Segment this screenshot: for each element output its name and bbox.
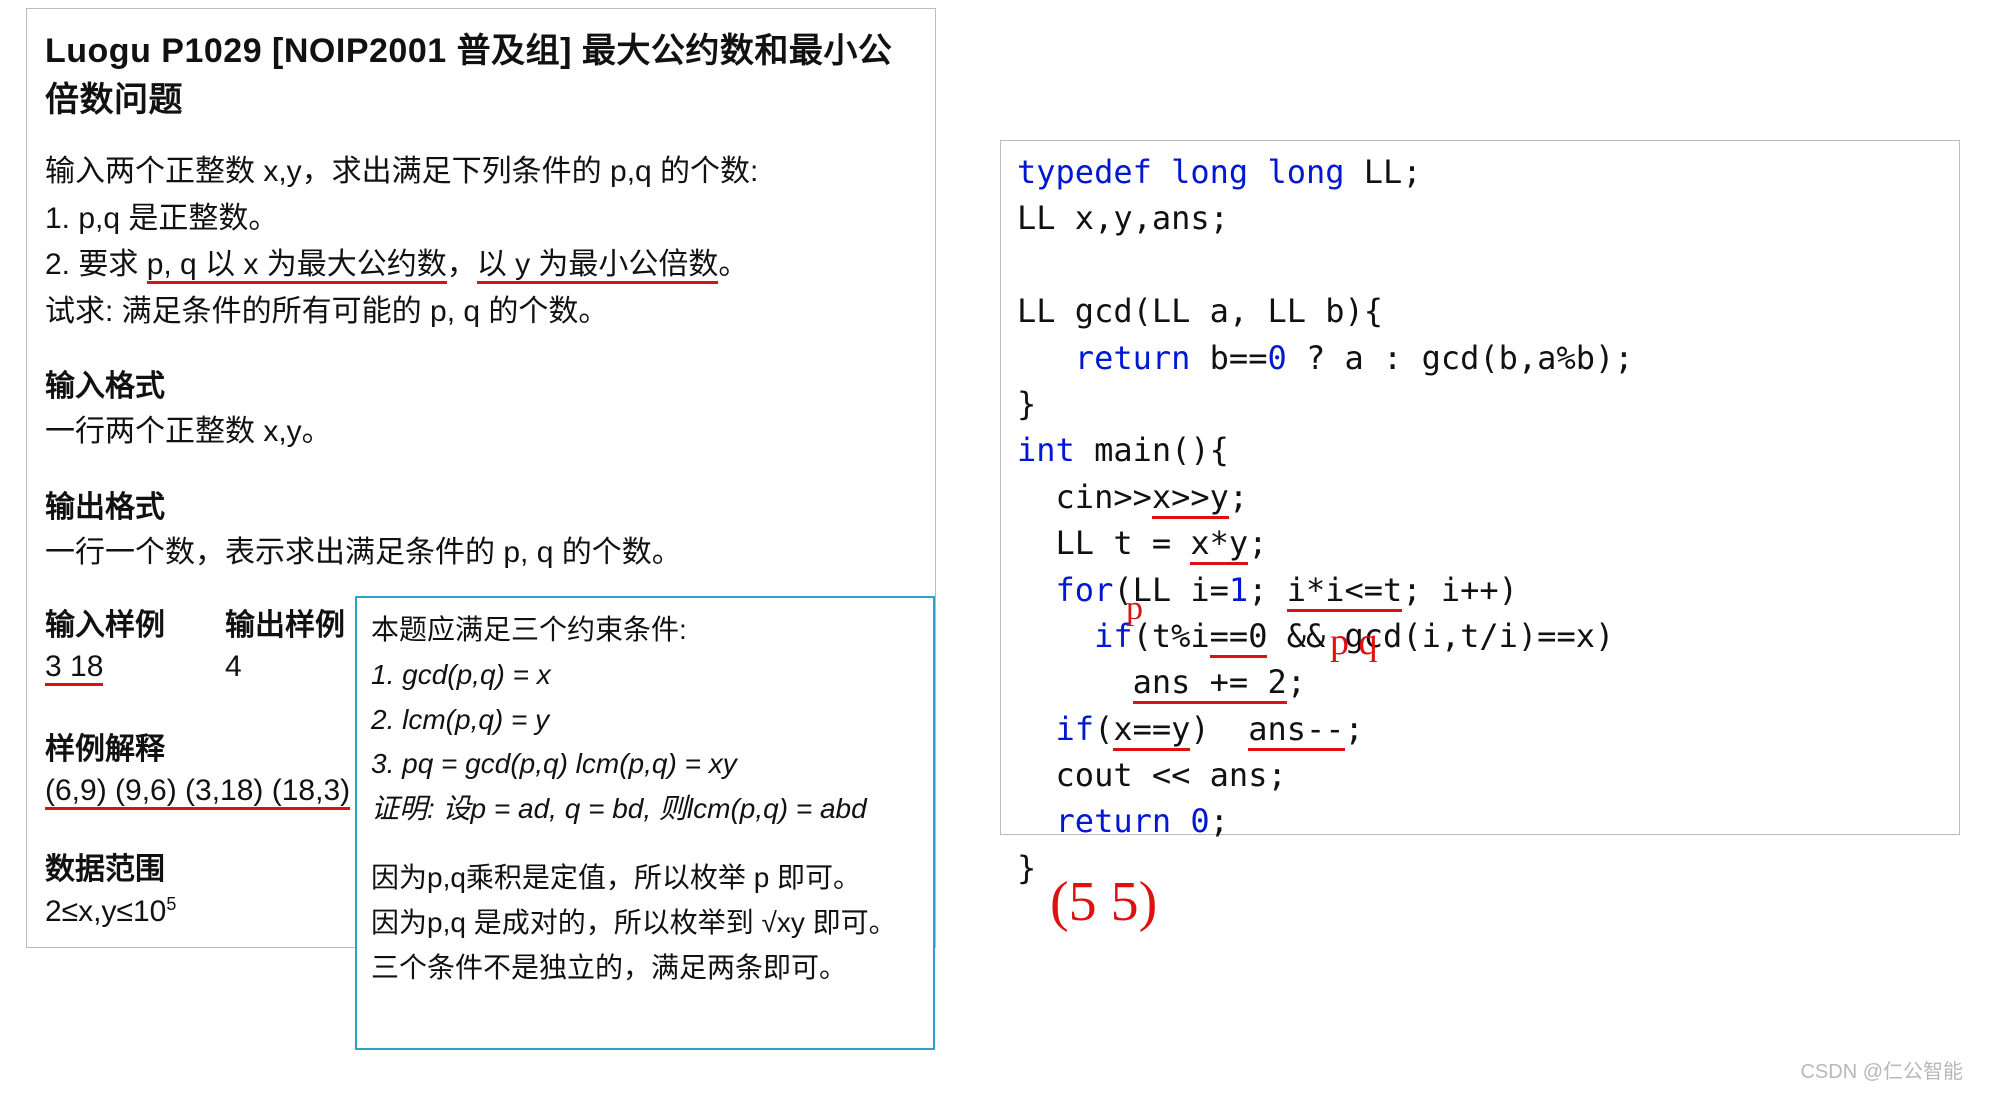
ask: 试求: 满足条件的所有可能的 p, q 的个数。 (45, 289, 917, 336)
analysis-l7: 因为p,q 是成对的，所以枚举到 √xy 即可。 (371, 901, 919, 946)
analysis-l4: 3. pq = gcd(p,q) lcm(p,q) = xy (371, 742, 919, 787)
analysis-l8: 三个条件不是独立的，满足两条即可。 (371, 946, 919, 991)
sample-out: 输出样例 4 (225, 600, 345, 684)
input-body: 一行两个正整数 x,y。 (45, 409, 917, 456)
cond-1: 1. p,q 是正整数。 (45, 196, 917, 243)
analysis-panel: 本题应满足三个约束条件: 1. gcd(p,q) = x 2. lcm(p,q)… (355, 596, 935, 1050)
output-body: 一行一个数，表示求出满足条件的 p, q 的个数。 (45, 530, 917, 577)
handwriting-pq: p q (1330, 620, 1378, 664)
sample-in: 输入样例 3 18 (45, 600, 165, 684)
cond-2: 2. 要求 p, q 以 x 为最大公约数，以 y 为最小公倍数。 (45, 242, 917, 289)
intro: 输入两个正整数 x,y，求出满足下列条件的 p,q 的个数: (45, 149, 917, 196)
explain-value: (6,9) (9,6) (3,18) (18,3) (45, 774, 350, 810)
handwriting-p: p (1126, 590, 1143, 628)
analysis-l6: 因为p,q乘积是定值，所以枚举 p 即可。 (371, 856, 919, 901)
watermark: CSDN @仁公智能 (1800, 1055, 1963, 1084)
code-panel: typedef long long LL; LL x,y,ans; LL gcd… (1000, 140, 1960, 835)
analysis-l3: 2. lcm(p,q) = y (371, 698, 919, 743)
analysis-l2: 1. gcd(p,q) = x (371, 653, 919, 698)
page-root: Luogu P1029 [NOIP2001 普及组] 最大公约数和最小公倍数问题… (0, 0, 1993, 1096)
problem-body: 输入两个正整数 x,y，求出满足下列条件的 p,q 的个数: 1. p,q 是正… (45, 149, 917, 335)
input-heading: 输入格式 (45, 361, 917, 405)
analysis-l5: 证明: 设p = ad, q = bd, 则lcm(p,q) = abd (371, 787, 919, 832)
handwriting-pair: (5 5) (1050, 870, 1157, 934)
output-heading: 输出格式 (45, 482, 917, 526)
analysis-l1: 本题应满足三个约束条件: (371, 608, 919, 653)
problem-title: Luogu P1029 [NOIP2001 普及组] 最大公约数和最小公倍数问题 (45, 23, 917, 121)
